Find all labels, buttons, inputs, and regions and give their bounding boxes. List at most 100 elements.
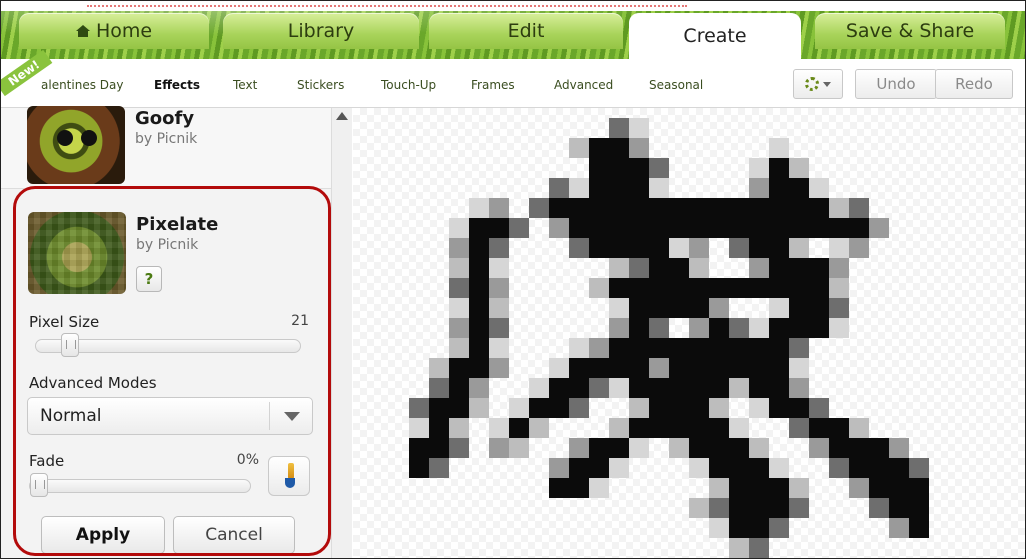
pixel-cell bbox=[829, 278, 849, 298]
subtab-advanced[interactable]: Advanced bbox=[554, 78, 613, 92]
pixel-cell bbox=[789, 278, 809, 298]
pixel-cell bbox=[829, 438, 849, 458]
pixel-cell bbox=[869, 458, 889, 478]
pixel-cell bbox=[749, 278, 769, 298]
pixel-cell bbox=[689, 438, 709, 458]
tab-create-label: Create bbox=[683, 25, 747, 47]
pixel-cell bbox=[789, 298, 809, 318]
subtab-frames[interactable]: Frames bbox=[471, 78, 515, 92]
pixel-size-slider[interactable] bbox=[35, 333, 301, 357]
tab-home[interactable]: Home bbox=[19, 13, 209, 49]
tab-save-share[interactable]: Save & Share bbox=[815, 13, 1005, 49]
pixel-cell bbox=[489, 318, 509, 338]
tab-create[interactable]: Create bbox=[629, 13, 801, 59]
pixel-cell bbox=[829, 198, 849, 218]
goofy-thumbnail[interactable] bbox=[27, 106, 125, 184]
pixel-cell bbox=[609, 318, 629, 338]
pixel-cell bbox=[469, 318, 489, 338]
pixel-cell bbox=[449, 278, 469, 298]
pixel-cell bbox=[869, 478, 889, 498]
pixel-cell bbox=[709, 438, 729, 458]
pixelate-thumbnail[interactable] bbox=[28, 212, 126, 294]
pixel-cell bbox=[569, 398, 589, 418]
pixel-cell bbox=[429, 438, 449, 458]
pixel-cell bbox=[569, 238, 589, 258]
pixel-cell bbox=[849, 478, 869, 498]
pixel-cell bbox=[649, 398, 669, 418]
scroll-up-arrow-icon[interactable] bbox=[336, 112, 348, 120]
pixelate-byline: by Picnik bbox=[136, 237, 199, 253]
subtab-effects[interactable]: Effects bbox=[154, 78, 200, 92]
pixel-cell bbox=[729, 378, 749, 398]
home-icon bbox=[75, 25, 90, 37]
pixel-cell bbox=[729, 418, 749, 438]
goofy-eye-right bbox=[81, 130, 97, 146]
pixel-cell bbox=[689, 298, 709, 318]
pixel-cell bbox=[749, 378, 769, 398]
subtab-stickers[interactable]: Stickers bbox=[297, 78, 344, 92]
pixel-cell bbox=[849, 458, 869, 478]
pixel-cell bbox=[909, 478, 929, 498]
pixel-cell bbox=[849, 438, 869, 458]
pixel-cell bbox=[809, 198, 829, 218]
pixel-cell bbox=[529, 378, 549, 398]
fade-value: 0% bbox=[236, 452, 259, 468]
pixel-cell bbox=[469, 398, 489, 418]
pixel-size-slider-handle[interactable] bbox=[61, 333, 79, 357]
fade-slider[interactable] bbox=[29, 473, 251, 497]
pixel-cell bbox=[829, 238, 849, 258]
pixel-cell bbox=[729, 518, 749, 538]
pixel-cell bbox=[569, 138, 589, 158]
subtab-valentines-day[interactable]: alentines Day bbox=[41, 78, 123, 92]
cancel-button[interactable]: Cancel bbox=[173, 516, 295, 554]
pixel-cell bbox=[809, 258, 829, 278]
pixel-cell bbox=[689, 218, 709, 238]
pixel-cell bbox=[649, 238, 669, 258]
image-canvas[interactable] bbox=[353, 108, 1025, 558]
paint-brush-button[interactable] bbox=[268, 456, 310, 496]
tab-edit[interactable]: Edit bbox=[429, 13, 623, 49]
pixel-cell bbox=[749, 318, 769, 338]
pixel-cell bbox=[469, 298, 489, 318]
pixel-cell bbox=[749, 238, 769, 258]
pixel-cell bbox=[609, 238, 629, 258]
pixel-cell bbox=[589, 178, 609, 198]
pixel-cell bbox=[749, 218, 769, 238]
pixel-cell bbox=[569, 218, 589, 238]
subtab-text[interactable]: Text bbox=[233, 78, 257, 92]
pixel-cell bbox=[469, 218, 489, 238]
pixel-cell bbox=[689, 498, 709, 518]
pixel-cell bbox=[829, 418, 849, 438]
redo-button[interactable]: Redo bbox=[935, 69, 1013, 99]
pixel-cell bbox=[749, 178, 769, 198]
subtab-touch-up[interactable]: Touch-Up bbox=[381, 78, 436, 92]
pixel-cell bbox=[469, 358, 489, 378]
pixel-cell bbox=[649, 158, 669, 178]
help-button[interactable]: ? bbox=[136, 266, 162, 292]
pixel-cell bbox=[669, 378, 689, 398]
pixel-cell bbox=[849, 418, 869, 438]
pixel-cell bbox=[629, 218, 649, 238]
pixel-cell bbox=[789, 158, 809, 178]
pixel-cell bbox=[769, 278, 789, 298]
tab-library[interactable]: Library bbox=[223, 13, 419, 49]
undo-button[interactable]: Undo bbox=[855, 69, 937, 99]
settings-dropdown-button[interactable] bbox=[793, 69, 843, 99]
pixel-cell bbox=[909, 458, 929, 478]
effects-scrollbar[interactable] bbox=[331, 108, 352, 558]
pixel-cell bbox=[769, 378, 789, 398]
pixel-cell bbox=[609, 178, 629, 198]
caption-red-text-fragment bbox=[87, 1, 687, 7]
fade-slider-handle[interactable] bbox=[30, 473, 48, 497]
pixel-cell bbox=[849, 218, 869, 238]
apply-button[interactable]: Apply bbox=[41, 516, 165, 554]
pixel-cell bbox=[589, 198, 609, 218]
pixel-cell bbox=[889, 438, 909, 458]
subtab-seasonal[interactable]: Seasonal bbox=[649, 78, 703, 92]
pixel-cell bbox=[569, 438, 589, 458]
advanced-modes-select[interactable]: Normal bbox=[27, 397, 313, 435]
pixel-cell bbox=[709, 318, 729, 338]
pixel-cell bbox=[749, 258, 769, 278]
pixel-cell bbox=[749, 158, 769, 178]
caption-strip bbox=[1, 1, 1025, 11]
